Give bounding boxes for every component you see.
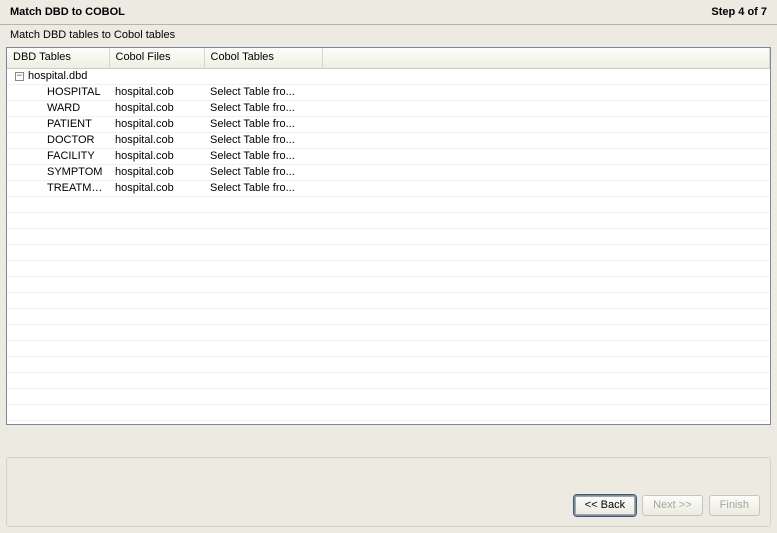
table-row-empty bbox=[7, 308, 770, 324]
table-row-empty bbox=[7, 404, 770, 420]
cobol-table-cell[interactable]: Select Table fro... bbox=[204, 180, 322, 196]
next-button[interactable]: Next >> bbox=[642, 495, 703, 516]
cobol-table-cell[interactable]: Select Table fro... bbox=[204, 116, 322, 132]
step-indicator: Step 4 of 7 bbox=[711, 6, 767, 18]
dbd-table-cell: DOCTOR bbox=[13, 134, 94, 146]
table-row-empty bbox=[7, 212, 770, 228]
dbd-table-cell: FACILITY bbox=[13, 150, 95, 162]
dbd-table-cell: WARD bbox=[13, 102, 80, 114]
table-row[interactable]: DOCTOR hospital.cobSelect Table fro... bbox=[7, 132, 770, 148]
button-row: << Back Next >> Finish bbox=[574, 495, 760, 516]
table-row-empty bbox=[7, 356, 770, 372]
dbd-table-cell: HOSPITAL bbox=[13, 86, 101, 98]
table-row[interactable]: PATIENT hospital.cobSelect Table fro... bbox=[7, 116, 770, 132]
mapping-table: DBD Tables Cobol Files Cobol Tables −hos… bbox=[6, 47, 771, 425]
table-row-empty bbox=[7, 324, 770, 340]
table-row-empty bbox=[7, 196, 770, 212]
table-row[interactable]: TREATMNThospital.cobSelect Table fro... bbox=[7, 180, 770, 196]
cobol-file-cell[interactable]: hospital.cob bbox=[109, 100, 204, 116]
finish-button[interactable]: Finish bbox=[709, 495, 760, 516]
wizard-window: Match DBD to COBOL Step 4 of 7 Match DBD… bbox=[0, 0, 777, 533]
col-header-file[interactable]: Cobol Files bbox=[109, 48, 204, 68]
table-row-empty bbox=[7, 372, 770, 388]
table-row-empty bbox=[7, 276, 770, 292]
cobol-file-cell[interactable]: hospital.cob bbox=[109, 148, 204, 164]
cobol-table-cell[interactable]: Select Table fro... bbox=[204, 100, 322, 116]
table-row-empty bbox=[7, 292, 770, 308]
back-button[interactable]: << Back bbox=[574, 495, 636, 516]
dbd-table-cell: SYMPTOM bbox=[13, 166, 102, 178]
cobol-file-cell[interactable]: hospital.cob bbox=[109, 164, 204, 180]
col-header-rest bbox=[322, 48, 770, 68]
table-row[interactable]: HOSPITAL hospital.cobSelect Table fro... bbox=[7, 84, 770, 100]
cobol-file-cell[interactable]: hospital.cob bbox=[109, 132, 204, 148]
col-header-cobol[interactable]: Cobol Tables bbox=[204, 48, 322, 68]
cobol-table-cell[interactable]: Select Table fro... bbox=[204, 148, 322, 164]
cobol-table-cell[interactable]: Select Table fro... bbox=[204, 132, 322, 148]
page-title: Match DBD to COBOL bbox=[10, 6, 125, 18]
cobol-table-cell[interactable]: Select Table fro... bbox=[204, 84, 322, 100]
col-header-dbd[interactable]: DBD Tables bbox=[7, 48, 109, 68]
collapse-icon[interactable]: − bbox=[15, 72, 24, 81]
table-row[interactable]: SYMPTOM hospital.cobSelect Table fro... bbox=[7, 164, 770, 180]
table-row-empty bbox=[7, 260, 770, 276]
cobol-file-cell[interactable]: hospital.cob bbox=[109, 180, 204, 196]
table-row[interactable]: WARD hospital.cobSelect Table fro... bbox=[7, 100, 770, 116]
table-row-parent[interactable]: −hospital.dbd bbox=[7, 68, 770, 84]
tree-parent-label: hospital.dbd bbox=[28, 70, 87, 82]
table-row-empty bbox=[7, 244, 770, 260]
cobol-table-cell[interactable]: Select Table fro... bbox=[204, 164, 322, 180]
titlebar: Match DBD to COBOL Step 4 of 7 bbox=[0, 0, 777, 25]
page-subtitle: Match DBD tables to Cobol tables bbox=[0, 25, 777, 47]
table-row[interactable]: FACILITY hospital.cobSelect Table fro... bbox=[7, 148, 770, 164]
table-row-empty bbox=[7, 388, 770, 404]
table-row-empty bbox=[7, 228, 770, 244]
table-header-row: DBD Tables Cobol Files Cobol Tables bbox=[7, 48, 770, 68]
cobol-file-cell[interactable]: hospital.cob bbox=[109, 116, 204, 132]
dbd-table-cell: TREATMNT bbox=[13, 182, 106, 194]
footer-panel: << Back Next >> Finish bbox=[6, 457, 771, 527]
cobol-file-cell[interactable]: hospital.cob bbox=[109, 84, 204, 100]
dbd-table-cell: PATIENT bbox=[13, 118, 92, 130]
table-row-empty bbox=[7, 340, 770, 356]
